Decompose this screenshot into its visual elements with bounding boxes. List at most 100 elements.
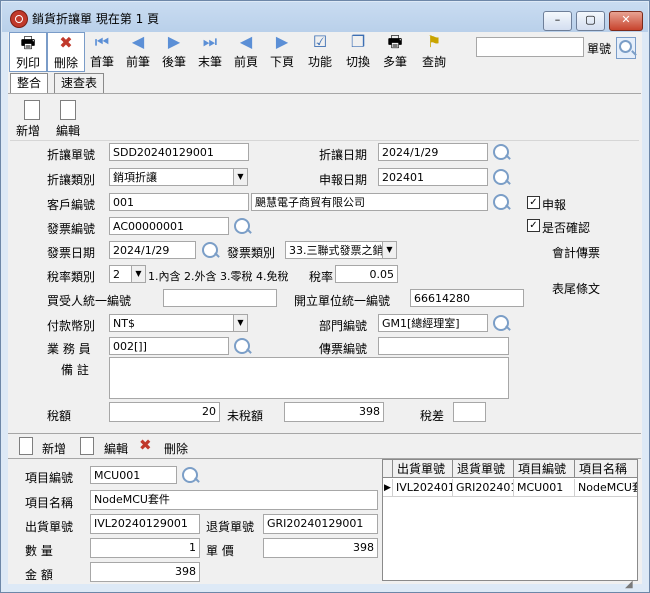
grid-row-marker: ▶: [383, 479, 393, 497]
amount-field[interactable]: 398: [90, 562, 200, 582]
report-date-field[interactable]: 202401: [378, 168, 488, 186]
next-page-button[interactable]: ▶ 下頁: [264, 32, 300, 70]
prev-record-button[interactable]: ◀ 前筆: [120, 32, 156, 70]
report-date-label: 申報日期: [319, 173, 368, 187]
resize-grip-icon[interactable]: ◢: [625, 579, 637, 591]
printer-icon: 🖶: [20, 33, 36, 52]
detail-divider: [8, 433, 641, 434]
dept-label: 部門編號: [319, 319, 368, 333]
grid-corner: [383, 460, 393, 478]
customer-no-field[interactable]: 001: [109, 193, 249, 211]
item-lookup-icon[interactable]: [182, 467, 198, 483]
tax-rate-field[interactable]: 0.05: [335, 265, 398, 283]
grid-header-item-name[interactable]: 項目名稱: [575, 460, 637, 478]
buyer-id-label: 買受人統一編號: [47, 294, 132, 308]
query-button[interactable]: ⚑ 查詢: [416, 32, 452, 70]
invoice-date-field[interactable]: 2024/1/29: [109, 241, 196, 259]
customer-name-field[interactable]: 颶慧電子商貿有限公司: [251, 193, 488, 211]
search-input[interactable]: [476, 37, 584, 57]
discount-date-field[interactable]: 2024/1/29: [378, 143, 488, 161]
last-record-icon: ⏭: [202, 32, 218, 51]
multi-record-button[interactable]: 🖶 多筆: [377, 32, 413, 70]
confirm-checkbox[interactable]: ✓: [527, 219, 540, 232]
grid-header-ship-no[interactable]: 出貨單號: [393, 460, 453, 478]
ship-no-label: 出貨單號: [25, 520, 74, 534]
prev-record-icon: ◀: [131, 32, 145, 51]
return-no-field[interactable]: GRI20240129001: [263, 514, 378, 534]
report-checkbox[interactable]: ✓: [527, 196, 540, 209]
invoice-lookup-icon[interactable]: [234, 218, 250, 234]
dept-lookup-icon[interactable]: [493, 315, 509, 331]
voucher-field[interactable]: [378, 337, 509, 355]
edit-document-icon: [60, 100, 76, 120]
currency-dropdown-icon[interactable]: ▼: [233, 314, 248, 332]
item-name-field[interactable]: NodeMCU套件: [90, 490, 378, 510]
table-row-cell-item-name[interactable]: NodeMCU套: [575, 479, 637, 497]
last-record-button[interactable]: ⏭ 末筆: [192, 32, 228, 70]
issuer-id-label: 開立單位統一編號: [294, 294, 391, 308]
next-record-button[interactable]: ▶ 後筆: [156, 32, 192, 70]
buyer-id-field[interactable]: [163, 289, 277, 307]
minimize-button[interactable]: –: [543, 11, 572, 31]
grid-header-return-no[interactable]: 退貨單號: [453, 460, 514, 478]
report-date-lookup-icon[interactable]: [493, 169, 509, 185]
sales-lookup-icon[interactable]: [234, 338, 250, 354]
edit-button[interactable]: 編輯: [54, 100, 84, 138]
new-button[interactable]: 新增: [16, 100, 46, 138]
search-icon: [619, 40, 632, 53]
function-button[interactable]: ☑ 功能: [302, 32, 338, 70]
discount-date-label: 折讓日期: [319, 148, 368, 162]
tax-amount-field[interactable]: 20: [109, 402, 220, 422]
qty-label: 數 量: [25, 544, 53, 558]
multi-record-icon: 🖶: [387, 32, 403, 51]
ship-no-field[interactable]: IVL20240129001: [90, 514, 200, 534]
detail-new-button[interactable]: 新增: [19, 437, 89, 457]
search-button[interactable]: [616, 37, 636, 59]
table-row-cell-item-no[interactable]: MCU001: [514, 479, 575, 497]
tab-combined[interactable]: 整合: [10, 73, 49, 94]
tab-quick-lookup[interactable]: 速查表: [54, 73, 105, 94]
detail-delete-button[interactable]: ✖ 刪除: [139, 437, 199, 457]
tax-diff-field[interactable]: [453, 402, 486, 422]
app-icon: [10, 10, 28, 28]
issuer-id-field[interactable]: 66614280: [410, 289, 524, 307]
discount-no-field[interactable]: SDD20240129001: [109, 143, 249, 161]
currency-select[interactable]: NT$: [109, 314, 235, 332]
discount-type-dropdown-icon[interactable]: ▼: [233, 168, 248, 186]
switch-button[interactable]: ❐ 切換: [340, 32, 376, 70]
invoice-type-dropdown-icon[interactable]: ▼: [382, 241, 397, 259]
customer-no-label: 客戶編號: [47, 198, 96, 212]
sales-field[interactable]: 002[]]: [109, 337, 229, 355]
accounting-voucher-link[interactable]: 會計傳票: [552, 244, 600, 261]
untaxed-field[interactable]: 398: [284, 402, 384, 422]
grid-header-item-no[interactable]: 項目編號: [514, 460, 575, 478]
discount-type-select[interactable]: 銷項折讓: [109, 168, 235, 186]
tax-type-dropdown-icon[interactable]: ▼: [131, 265, 146, 283]
prev-page-button[interactable]: ◀ 前頁: [228, 32, 264, 70]
query-icon: ⚑: [426, 32, 442, 51]
delete-button[interactable]: ✖ 刪除: [47, 32, 85, 72]
qty-field[interactable]: 1: [90, 538, 200, 558]
invoice-type-select[interactable]: 33.三聯式發票之銷: [285, 241, 383, 259]
footer-text-link[interactable]: 表尾條文: [552, 280, 600, 297]
table-row-cell-return-no[interactable]: GRI202401:: [453, 479, 514, 497]
detail-grid[interactable]: 出貨單號 退貨單號 項目編號 項目名稱 ▶ IVL2024012 GRI2024…: [382, 459, 638, 581]
dept-field[interactable]: GM1[總經理室]: [378, 314, 488, 332]
discount-date-lookup-icon[interactable]: [493, 144, 509, 160]
detail-new-icon: [19, 437, 33, 455]
detail-edit-button[interactable]: 編輯: [80, 437, 140, 457]
maximize-button[interactable]: ▢: [576, 11, 605, 31]
item-no-field[interactable]: MCU001: [90, 466, 177, 484]
tab-divider: [8, 93, 641, 94]
close-button[interactable]: ✕: [609, 11, 643, 31]
invoice-no-field[interactable]: AC00000001: [109, 217, 229, 235]
tax-type-select[interactable]: 2: [109, 265, 133, 283]
price-field[interactable]: 398: [263, 538, 378, 558]
tax-diff-label: 稅差: [420, 409, 445, 423]
table-row-cell-ship-no[interactable]: IVL2024012: [393, 479, 453, 497]
customer-lookup-icon[interactable]: [493, 194, 509, 210]
print-button[interactable]: 🖶 列印: [9, 32, 47, 72]
first-record-button[interactable]: ⏮ 首筆: [84, 32, 120, 70]
remarks-field[interactable]: [109, 357, 509, 399]
invoice-date-lookup-icon[interactable]: [202, 242, 218, 258]
